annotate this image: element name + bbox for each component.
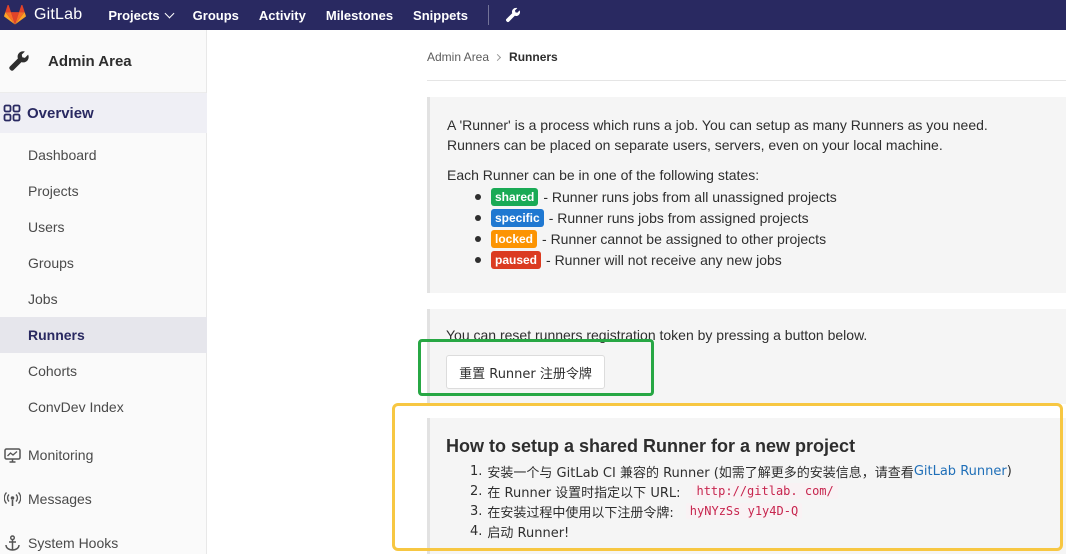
sidebar-submenu: Dashboard Projects Users Groups Jobs Run… bbox=[0, 137, 207, 425]
monitor-icon bbox=[3, 446, 21, 464]
bullet-icon bbox=[475, 256, 481, 263]
nav-divider bbox=[487, 5, 489, 25]
anchor-icon bbox=[3, 534, 21, 552]
bullet-icon bbox=[475, 214, 481, 221]
top-navbar: GitLab Projects Groups Activity Mileston… bbox=[0, 0, 1066, 30]
chevron-down-icon bbox=[164, 8, 175, 18]
sidebar-item-overview[interactable]: Overview bbox=[0, 93, 207, 133]
sidebar-item-messages-label: Messages bbox=[28, 491, 92, 507]
wrench-icon bbox=[2, 44, 36, 78]
sidebar-item-cohorts[interactable]: Cohorts bbox=[0, 353, 207, 389]
runner-intro-text: A 'Runner' is a process which runs a job… bbox=[447, 117, 988, 153]
state-description: - Runner runs jobs from assigned project… bbox=[548, 209, 809, 226]
state-description: - Runner will not receive any new jobs bbox=[546, 251, 782, 268]
sidebar-item-runners[interactable]: Runners bbox=[0, 317, 207, 353]
badge-locked: locked bbox=[491, 229, 538, 248]
runner-states-list: shared - Runner runs jobs from all unass… bbox=[447, 186, 1066, 270]
list-item: shared - Runner runs jobs from all unass… bbox=[475, 186, 1066, 207]
sidebar-item-overview-label: Overview bbox=[27, 104, 94, 122]
badge-shared: shared bbox=[491, 187, 539, 206]
breadcrumb-admin-area[interactable]: Admin Area bbox=[427, 50, 489, 64]
sidebar-item-convdev-index[interactable]: ConvDev Index bbox=[0, 389, 207, 425]
wrench-icon[interactable] bbox=[505, 7, 521, 23]
sidebar-header[interactable]: Admin Area bbox=[0, 30, 206, 93]
nav-projects-label: Projects bbox=[108, 7, 160, 23]
chevron-right-icon bbox=[494, 53, 502, 61]
runner-info-box: A 'Runner' is a process which runs a job… bbox=[427, 97, 1066, 293]
divider bbox=[427, 80, 1066, 81]
state-description: - Runner runs jobs from all unassigned p… bbox=[543, 188, 837, 205]
sidebar-item-system-hooks[interactable]: System Hooks bbox=[0, 521, 207, 554]
sidebar-item-projects[interactable]: Projects bbox=[0, 173, 207, 209]
list-item: paused - Runner will not receive any new… bbox=[475, 249, 1066, 270]
sidebar-item-groups[interactable]: Groups bbox=[0, 245, 207, 281]
grid-icon bbox=[3, 104, 21, 122]
nav-snippets[interactable]: Snippets bbox=[413, 8, 468, 23]
sidebar-item-dashboard[interactable]: Dashboard bbox=[0, 137, 207, 173]
sidebar-item-system-hooks-label: System Hooks bbox=[28, 535, 119, 551]
highlight-box-green bbox=[418, 339, 654, 396]
sidebar-item-jobs[interactable]: Jobs bbox=[0, 281, 207, 317]
runner-states-intro: Each Runner can be in one of the followi… bbox=[447, 167, 760, 183]
nav-groups[interactable]: Groups bbox=[193, 8, 239, 23]
nav-links: Projects Groups Activity Milestones Snip… bbox=[108, 0, 521, 30]
bullet-icon bbox=[475, 193, 481, 200]
brand-name: GitLab bbox=[34, 6, 83, 23]
gitlab-logo-icon bbox=[4, 5, 26, 25]
nav-milestones[interactable]: Milestones bbox=[326, 8, 393, 23]
breadcrumb: Admin Area Runners bbox=[427, 50, 558, 64]
nav-activity[interactable]: Activity bbox=[259, 8, 306, 23]
sidebar-item-monitoring[interactable]: Monitoring bbox=[0, 433, 207, 477]
sidebar-title: Admin Area bbox=[48, 52, 132, 70]
badge-specific: specific bbox=[491, 208, 544, 227]
broadcast-icon bbox=[3, 490, 21, 508]
highlight-box-yellow bbox=[392, 403, 1063, 551]
breadcrumb-runners[interactable]: Runners bbox=[509, 50, 558, 64]
brand-link[interactable]: GitLab bbox=[0, 0, 82, 30]
state-description: - Runner cannot be assigned to other pro… bbox=[542, 230, 827, 247]
nav-projects-dropdown[interactable]: Projects bbox=[108, 7, 175, 23]
badge-paused: paused bbox=[491, 250, 542, 269]
sidebar-item-monitoring-label: Monitoring bbox=[28, 447, 94, 463]
sidebar-item-users[interactable]: Users bbox=[0, 209, 207, 245]
list-item: locked - Runner cannot be assigned to ot… bbox=[475, 228, 1066, 249]
list-item: specific - Runner runs jobs from assigne… bbox=[475, 207, 1066, 228]
bullet-icon bbox=[475, 235, 481, 242]
sidebar-item-messages[interactable]: Messages bbox=[0, 477, 207, 521]
admin-sidebar: Admin Area Overview Dashboard Projects U… bbox=[0, 30, 207, 554]
